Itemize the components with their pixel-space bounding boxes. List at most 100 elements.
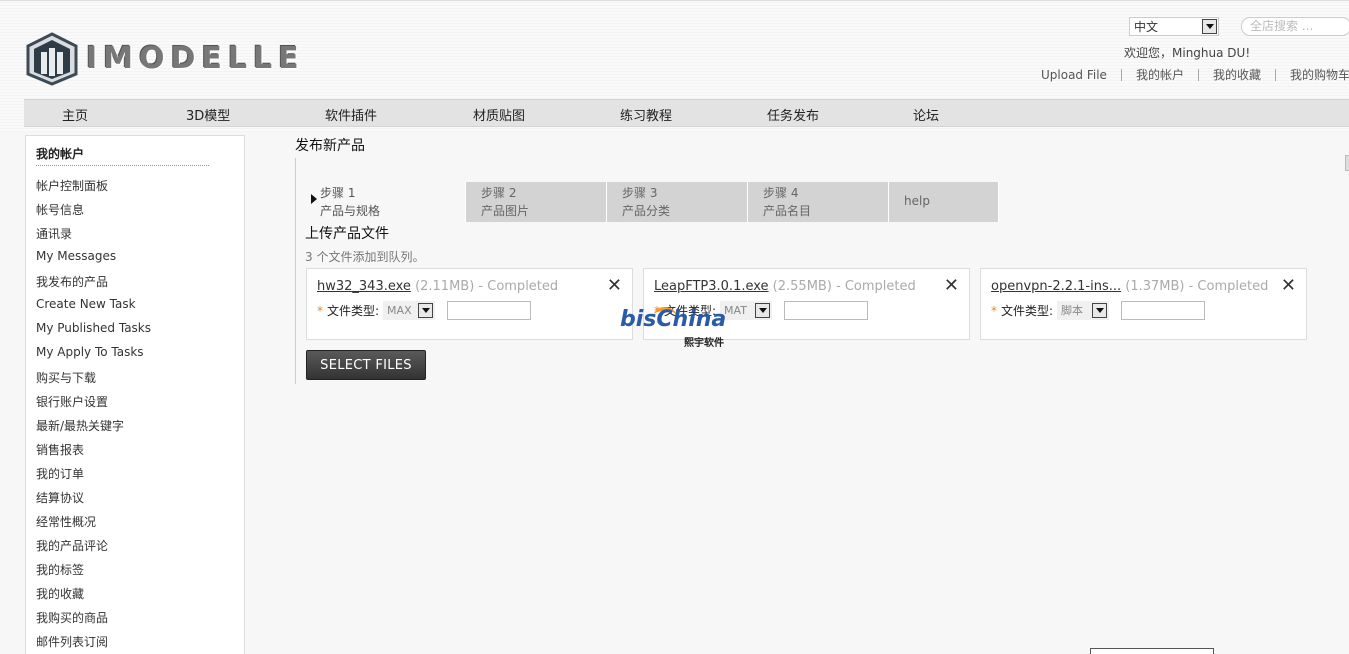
nav-item-home[interactable]: 主页 <box>62 105 88 124</box>
divider <box>1197 68 1199 81</box>
sidebar-item-apply-tasks[interactable]: My Apply To Tasks <box>36 345 144 359</box>
bottom-popup-edge <box>1090 648 1214 654</box>
sidebar-item-my-products[interactable]: 我发布的产品 <box>36 273 108 290</box>
tab-step-label: 产品与规格 <box>320 204 381 218</box>
file-type-select[interactable]: 脚本 <box>1057 301 1110 320</box>
file-name-link[interactable]: LeapFTP3.0.1.exe <box>654 279 769 294</box>
tab-step-number: 步骤 1 <box>320 186 356 200</box>
language-value: 中文 <box>1134 20 1159 34</box>
divider <box>1120 68 1122 81</box>
step-tabs: 步骤 1 产品与规格 步骤 2 产品图片 步骤 3 产品分类 步骤 4 产品名目… <box>305 182 999 222</box>
file-card: hw32_343.exe (2.11MB) - Completed ✕ * 文件… <box>306 268 633 340</box>
tab-step-label: 产品分类 <box>622 204 671 218</box>
queue-status: 3 个文件添加到队列。 <box>305 250 425 264</box>
file-type-row: * 文件类型: 脚本 <box>991 301 1206 320</box>
sidebar-item-purchased[interactable]: 我购买的商品 <box>36 609 108 626</box>
tab-step-label: 产品图片 <box>481 204 530 218</box>
nav-item-tutorials[interactable]: 练习教程 <box>620 105 672 124</box>
file-header: openvpn-2.2.1-ins... (1.37MB) - Complete… <box>991 279 1268 294</box>
tab-step-3[interactable]: 步骤 3 产品分类 <box>607 182 748 222</box>
file-type-value: MAX <box>387 304 412 317</box>
divider <box>1274 68 1276 81</box>
file-header: LeapFTP3.0.1.exe (2.55MB) - Completed <box>654 279 916 294</box>
dropdown-arrow-icon <box>755 303 771 318</box>
sidebar-item-address-book[interactable]: 通讯录 <box>36 225 72 242</box>
top-links: Upload File 我的帐户 我的收藏 我的购物车 <box>1041 66 1349 83</box>
dropdown-arrow-icon <box>1092 303 1108 318</box>
page-title: 发布新产品 <box>295 138 365 154</box>
tab-step-1[interactable]: 步骤 1 产品与规格 <box>305 182 466 222</box>
tab-help-label: help <box>904 194 930 208</box>
close-icon[interactable]: ✕ <box>944 277 959 295</box>
sidebar-item-create-task[interactable]: Create New Task <box>36 297 136 311</box>
sidebar-item-recurring[interactable]: 经常性概况 <box>36 513 96 530</box>
sidebar-item-settlement[interactable]: 结算协议 <box>36 489 84 506</box>
nav-item-tasks[interactable]: 任务发布 <box>767 105 819 124</box>
file-type-row: * 文件类型: MAX <box>317 301 532 320</box>
search-input[interactable]: 全店搜索 ... <box>1241 17 1349 36</box>
sidebar-item-newsletter[interactable]: 邮件列表订阅 <box>36 633 108 650</box>
upload-section-title: 上传产品文件 <box>305 226 389 242</box>
required-marker: * <box>317 303 323 318</box>
my-favorites-link[interactable]: 我的收藏 <box>1213 66 1261 83</box>
file-card: openvpn-2.2.1-ins... (1.37MB) - Complete… <box>980 268 1307 340</box>
welcome-message: 欢迎您，Minghua DU! <box>1124 46 1251 60</box>
sidebar-item-dashboard[interactable]: 帐户控制面板 <box>36 177 108 194</box>
file-type-input[interactable] <box>1121 301 1206 320</box>
file-type-value: 脚本 <box>1061 304 1084 317</box>
dropdown-arrow-icon <box>418 303 434 318</box>
select-files-button[interactable]: SELECT FILES <box>306 350 426 380</box>
sidebar-item-sales-report[interactable]: 销售报表 <box>36 441 84 458</box>
tab-step-number: 步骤 4 <box>763 186 799 200</box>
dropdown-arrow-icon <box>1202 19 1217 34</box>
my-account-link[interactable]: 我的帐户 <box>1136 66 1184 83</box>
tab-step-number: 步骤 2 <box>481 186 517 200</box>
file-header: hw32_343.exe (2.11MB) - Completed <box>317 279 558 294</box>
step-pointer-icon <box>311 194 317 204</box>
tab-step-4[interactable]: 步骤 4 产品名目 <box>748 182 889 222</box>
close-icon[interactable]: ✕ <box>607 277 622 295</box>
file-name-link[interactable]: openvpn-2.2.1-ins... <box>991 279 1121 294</box>
watermark-subtext: 熙宇软件 <box>684 338 724 349</box>
watermark-logo: bisChina 熙宇软件 <box>620 307 740 349</box>
sidebar-item-favorites[interactable]: 我的收藏 <box>36 585 84 602</box>
sidebar-item-messages[interactable]: My Messages <box>36 249 116 263</box>
nav-item-textures[interactable]: 材质贴图 <box>473 105 525 124</box>
site-logo[interactable]: IMODELLE <box>24 24 344 92</box>
tab-help[interactable]: help <box>889 182 999 222</box>
logo-text: IMODELLE <box>86 40 305 76</box>
sidebar-item-bank-settings[interactable]: 银行账户设置 <box>36 393 108 410</box>
tab-step-2[interactable]: 步骤 2 产品图片 <box>466 182 607 222</box>
sidebar-title: 我的帐户 <box>36 147 85 161</box>
sidebar-item-keywords[interactable]: 最新/最热关键字 <box>36 417 124 434</box>
file-name-link[interactable]: hw32_343.exe <box>317 279 411 294</box>
sidebar-item-tags[interactable]: 我的标签 <box>36 561 84 578</box>
file-type-input[interactable] <box>447 301 532 320</box>
file-meta: (2.11MB) - Completed <box>415 279 559 294</box>
tab-step-number: 步骤 3 <box>622 186 658 200</box>
upload-file-link[interactable]: Upload File <box>1041 68 1107 82</box>
file-meta: (1.37MB) - Completed <box>1125 279 1269 294</box>
scrollbar-handle[interactable] <box>1345 155 1349 171</box>
language-select[interactable]: 中文 <box>1129 17 1219 36</box>
sidebar-item-reviews[interactable]: 我的产品评论 <box>36 537 108 554</box>
file-type-input[interactable] <box>784 301 869 320</box>
file-type-select[interactable]: MAX <box>383 301 436 320</box>
nav-item-3d-models[interactable]: 3D模型 <box>186 105 230 124</box>
sidebar-item-downloads[interactable]: 购买与下载 <box>36 369 96 386</box>
nav-item-forum[interactable]: 论坛 <box>913 105 939 124</box>
main-nav: 主页 3D模型 软件插件 材质贴图 练习教程 任务发布 论坛 <box>24 99 1349 127</box>
sidebar-item-orders[interactable]: 我的订单 <box>36 465 84 482</box>
sidebar-item-published-tasks[interactable]: My Published Tasks <box>36 321 151 335</box>
required-marker: * <box>991 303 997 318</box>
nav-item-plugins[interactable]: 软件插件 <box>325 105 377 124</box>
file-meta: (2.55MB) - Completed <box>772 279 916 294</box>
close-icon[interactable]: ✕ <box>1281 277 1296 295</box>
tab-step-label: 产品名目 <box>763 204 812 218</box>
logo-cube-icon <box>26 32 78 86</box>
account-sidebar: 我的帐户 帐户控制面板 帐号信息 通讯录 My Messages 我发布的产品 … <box>25 135 245 654</box>
sidebar-item-account-info[interactable]: 帐号信息 <box>36 201 84 218</box>
watermark-text: bisChina <box>620 307 727 332</box>
content-divider <box>295 158 296 384</box>
my-cart-link[interactable]: 我的购物车 <box>1290 66 1349 83</box>
